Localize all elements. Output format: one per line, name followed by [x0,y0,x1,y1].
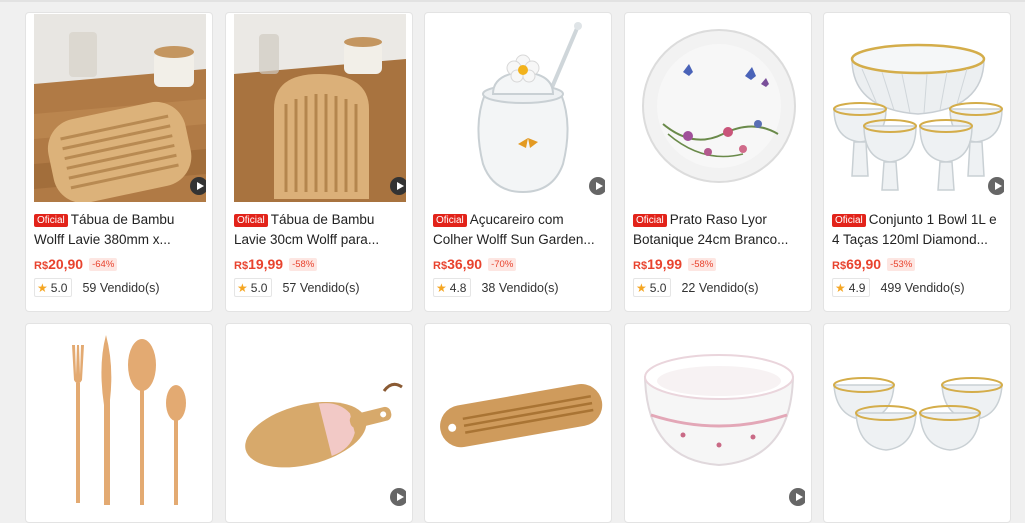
price-value: 19,99 [647,256,683,272]
play-video-icon[interactable] [789,488,805,506]
discount-badge: -58% [688,257,717,271]
rating-row: ★ 4.8 38 Vendido(s) [433,278,559,297]
official-badge: Oficial [433,214,467,227]
product-card-cutlery-set[interactable] [25,323,213,523]
play-video-icon[interactable] [589,177,605,195]
rating-box: ★ 5.0 [34,278,73,297]
rating-box: ★ 4.8 [433,278,472,297]
star-icon: ★ [636,280,647,295]
official-badge: Oficial [633,214,667,227]
rating-box: ★ 5.0 [234,278,273,297]
product-title[interactable]: Oficial Tábua de Bambu Lavie 30cm Wolff p… [234,210,406,250]
porcelain-bowl-photo [633,325,805,513]
discount-badge: -58% [289,257,318,271]
sold-count: 38 Vendido(s) [481,280,559,295]
rating-value: 5.0 [649,280,667,295]
official-badge: Oficial [234,214,268,227]
product-image[interactable] [433,14,605,202]
price-row: R$36,90 -70% [433,254,517,274]
currency-symbol: R$ [832,260,847,272]
product-card-glass-bowls[interactable] [823,323,1011,523]
discount-badge: -53% [887,257,916,271]
play-video-icon[interactable] [988,177,1004,195]
product-title[interactable]: Oficial Açucareiro com Colher Wolff Sun G… [433,210,605,250]
product-image[interactable] [633,325,805,513]
bamboo-board-photo [34,14,206,202]
play-video-icon[interactable] [190,177,206,195]
discount-badge: -70% [488,257,517,271]
product-price: R$69,90 [832,256,881,272]
star-icon: ★ [436,280,447,295]
product-image[interactable] [34,325,206,513]
official-badge: Oficial [832,214,866,227]
sold-count: 499 Vendido(s) [880,280,965,295]
rating-box: ★ 4.9 [832,278,871,297]
product-card-long-board[interactable] [424,323,612,523]
long-board-photo [433,325,605,513]
price-value: 20,90 [48,256,84,272]
price-row: R$19,99 -58% [633,254,717,274]
rating-row: ★ 5.0 59 Vendido(s) [34,278,160,297]
product-title[interactable]: Oficial Prato Raso Lyor Botanique 24cm Br… [633,210,805,250]
rating-value: 4.8 [449,280,467,295]
bamboo-board-photo [234,14,406,202]
product-price: R$36,90 [433,256,482,272]
product-image[interactable] [433,325,605,513]
product-card-bowl-set-diamond[interactable]: Oficial Conjunto 1 Bowl 1L e 4 Taças 120m… [823,12,1011,312]
currency-symbol: R$ [433,260,448,272]
price-row: R$20,90 -64% [34,254,118,274]
product-price: R$19,99 [234,256,283,272]
play-video-icon[interactable] [390,177,406,195]
product-card-bamboo-board-30cm[interactable]: Oficial Tábua de Bambu Lavie 30cm Wolff p… [225,12,413,312]
rating-row: ★ 5.0 22 Vendido(s) [633,278,759,297]
currency-symbol: R$ [34,260,49,272]
paddle-board-photo [234,325,406,513]
rating-value: 5.0 [50,280,68,295]
product-price: R$19,99 [633,256,682,272]
sugar-bowl-photo [433,14,605,202]
rating-value: 5.0 [250,280,268,295]
product-image[interactable] [633,14,805,202]
price-value: 19,99 [248,256,284,272]
product-card-sugar-bowl[interactable]: Oficial Açucareiro com Colher Wolff Sun G… [424,12,612,312]
product-card-bamboo-board-380[interactable]: Oficial Tábua de Bambu Wolff Lavie 380mm … [25,12,213,312]
star-icon: ★ [37,280,48,295]
rating-row: ★ 4.9 499 Vendido(s) [832,278,965,297]
product-card-porcelain-bowl[interactable] [624,323,812,523]
currency-symbol: R$ [234,260,249,272]
glass-bowls-photo [832,325,1004,513]
product-card-plate-botanique[interactable]: Oficial Prato Raso Lyor Botanique 24cm Br… [624,12,812,312]
price-row: R$69,90 -53% [832,254,916,274]
product-image[interactable] [234,14,406,202]
top-divider [0,0,1025,2]
price-value: 69,90 [846,256,882,272]
rating-box: ★ 5.0 [633,278,672,297]
product-image[interactable] [234,325,406,513]
discount-badge: -64% [89,257,118,271]
price-row: R$19,99 -58% [234,254,318,274]
rating-value: 4.9 [848,280,866,295]
product-card-paddle-board[interactable] [225,323,413,523]
star-icon: ★ [237,280,248,295]
product-image[interactable] [34,14,206,202]
product-price: R$20,90 [34,256,83,272]
play-video-icon[interactable] [390,488,406,506]
plate-photo [633,14,805,202]
sold-count: 22 Vendido(s) [681,280,759,295]
product-title[interactable]: Oficial Conjunto 1 Bowl 1L e 4 Taças 120m… [832,210,1004,250]
sold-count: 57 Vendido(s) [282,280,360,295]
currency-symbol: R$ [633,260,648,272]
product-image[interactable] [832,14,1004,202]
rating-row: ★ 5.0 57 Vendido(s) [234,278,360,297]
product-title[interactable]: Oficial Tábua de Bambu Wolff Lavie 380mm … [34,210,206,250]
product-image[interactable] [832,325,1004,513]
bowl-set-photo [832,14,1004,202]
official-badge: Oficial [34,214,68,227]
price-value: 36,90 [447,256,483,272]
star-icon: ★ [835,280,846,295]
cutlery-photo [34,325,206,513]
sold-count: 59 Vendido(s) [82,280,160,295]
